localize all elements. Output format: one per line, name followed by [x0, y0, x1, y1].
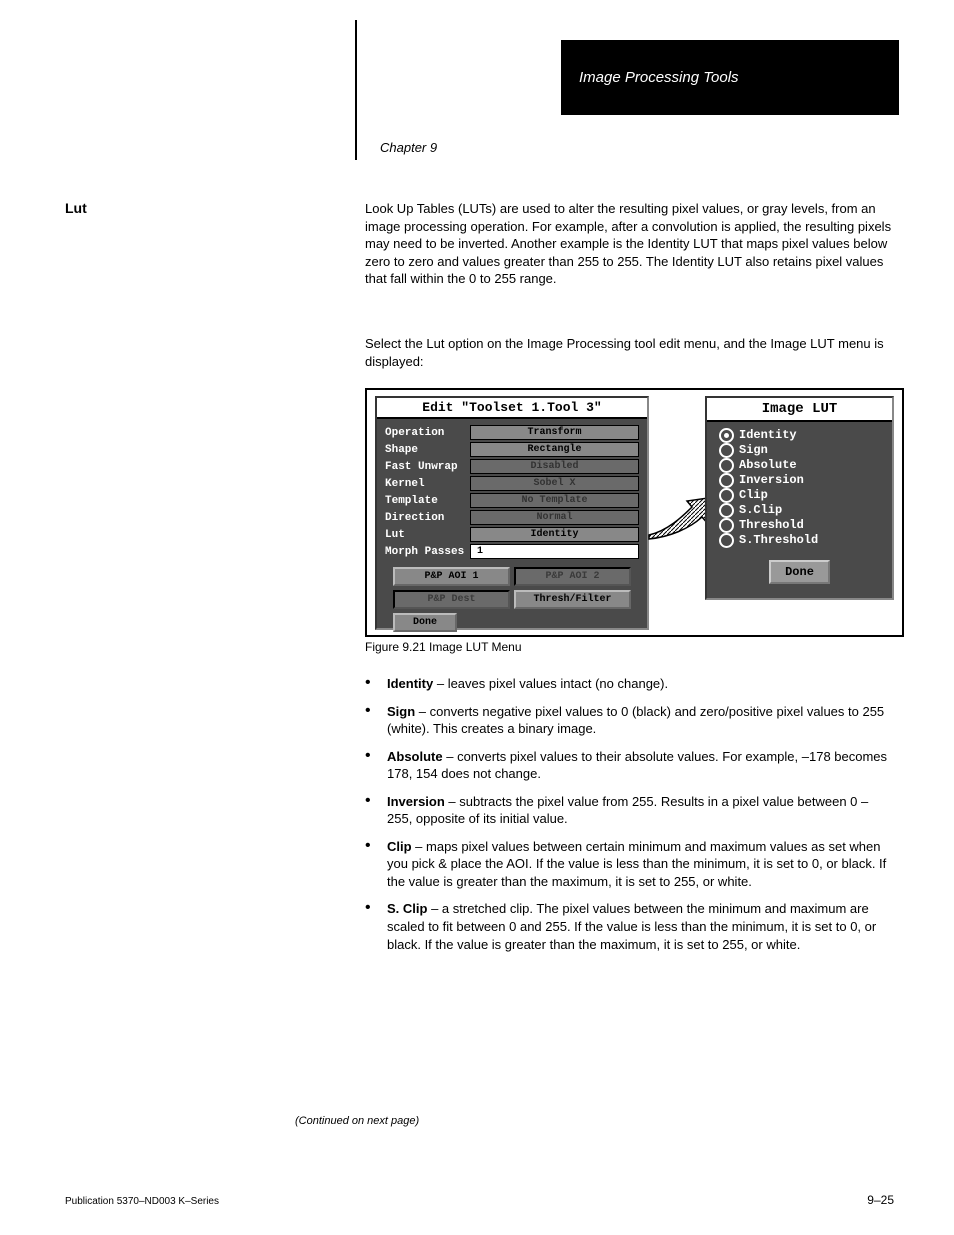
- field-label: Kernel: [385, 478, 470, 490]
- panel-button: P&P AOI 2: [514, 567, 631, 586]
- panel-button[interactable]: Thresh/Filter: [514, 590, 631, 609]
- lut-option-label: Inversion: [739, 473, 804, 488]
- done-button[interactable]: Done: [393, 613, 457, 632]
- radio-icon: [719, 443, 734, 458]
- lut-done-button[interactable]: Done: [769, 560, 830, 584]
- field-row: DirectionNormal: [385, 510, 639, 525]
- list-item: •S. Clip – a stretched clip. The pixel v…: [365, 900, 894, 953]
- lut-bullet-list: •Identity – leaves pixel values intact (…: [365, 675, 894, 963]
- list-item-text: Sign – converts negative pixel values to…: [387, 703, 894, 738]
- bullet-icon: •: [365, 703, 387, 738]
- field-value: Disabled: [470, 459, 639, 474]
- edit-panel-title: Edit "Toolset 1.Tool 3": [377, 398, 647, 419]
- field-row: OperationTransform: [385, 425, 639, 440]
- continued-note: (Continued on next page): [295, 1115, 419, 1127]
- lut-option[interactable]: Threshold: [719, 518, 882, 533]
- list-item-text: Inversion – subtracts the pixel value fr…: [387, 793, 894, 828]
- field-label: Shape: [385, 444, 470, 456]
- field-label: Direction: [385, 512, 470, 524]
- field-label: Template: [385, 495, 470, 507]
- button-row-2: P&P DestThresh/Filter: [377, 588, 647, 611]
- field-row: ShapeRectangle: [385, 442, 639, 457]
- panel-button[interactable]: P&P AOI 1: [393, 567, 510, 586]
- field-row: Fast UnwrapDisabled: [385, 459, 639, 474]
- field-value[interactable]: Identity: [470, 527, 639, 542]
- lut-option[interactable]: Absolute: [719, 458, 882, 473]
- edit-tool-panel: Edit "Toolset 1.Tool 3" OperationTransfo…: [375, 396, 649, 630]
- lut-option[interactable]: Identity: [719, 428, 882, 443]
- lut-option-label: Absolute: [739, 458, 797, 473]
- body-select-lut: Select the Lut option on the Image Proce…: [365, 335, 894, 370]
- list-item-text: S. Clip – a stretched clip. The pixel va…: [387, 900, 894, 953]
- radio-icon: [719, 458, 734, 473]
- lut-option-label: Sign: [739, 443, 768, 458]
- banner-text: Image Processing Tools: [579, 69, 739, 86]
- field-label: Morph Passes: [385, 546, 470, 558]
- chapter-banner: Image Processing Tools: [561, 40, 899, 115]
- bullet-icon: •: [365, 675, 387, 693]
- button-row-1: P&P AOI 1P&P AOI 2: [377, 565, 647, 588]
- lut-option-label: S.Clip: [739, 503, 782, 518]
- edit-panel-fields: OperationTransformShapeRectangleFast Unw…: [377, 419, 647, 565]
- lut-option-label: Identity: [739, 428, 797, 443]
- field-value: Normal: [470, 510, 639, 525]
- field-value: No Template: [470, 493, 639, 508]
- chapter-label: Chapter 9: [380, 140, 437, 155]
- page-number: 9–25: [867, 1193, 894, 1207]
- field-label: Fast Unwrap: [385, 461, 470, 473]
- button-row-done: Done: [377, 611, 647, 634]
- heading-lut: Lut: [65, 200, 87, 216]
- list-item: •Identity – leaves pixel values intact (…: [365, 675, 894, 693]
- radio-icon: [719, 473, 734, 488]
- image-lut-panel: Image LUT IdentitySignAbsoluteInversionC…: [705, 396, 894, 600]
- field-value[interactable]: Transform: [470, 425, 639, 440]
- list-item: •Absolute – converts pixel values to the…: [365, 748, 894, 783]
- radio-icon: [719, 518, 734, 533]
- radio-icon: [719, 503, 734, 518]
- field-row: KernelSobel X: [385, 476, 639, 491]
- field-label: Lut: [385, 529, 470, 541]
- field-label: Operation: [385, 427, 470, 439]
- field-value[interactable]: Rectangle: [470, 442, 639, 457]
- lut-option[interactable]: S.Threshold: [719, 533, 882, 548]
- lut-option[interactable]: S.Clip: [719, 503, 882, 518]
- lut-option[interactable]: Clip: [719, 488, 882, 503]
- radio-icon: [719, 533, 734, 548]
- list-item: •Inversion – subtracts the pixel value f…: [365, 793, 894, 828]
- field-value[interactable]: 1: [470, 544, 639, 559]
- field-row: LutIdentity: [385, 527, 639, 542]
- figure-caption: Figure 9.21 Image LUT Menu: [365, 640, 522, 654]
- list-item-text: Identity – leaves pixel values intact (n…: [387, 675, 894, 693]
- list-item-text: Clip – maps pixel values between certain…: [387, 838, 894, 891]
- lut-panel-title: Image LUT: [707, 398, 892, 422]
- figure-image-lut: Edit "Toolset 1.Tool 3" OperationTransfo…: [365, 388, 904, 637]
- list-item: •Sign – converts negative pixel values t…: [365, 703, 894, 738]
- panel-button: P&P Dest: [393, 590, 510, 609]
- body-lut: Look Up Tables (LUTs) are used to alter …: [365, 200, 894, 288]
- bullet-icon: •: [365, 748, 387, 783]
- radio-icon: [719, 428, 734, 443]
- publication-info: Publication 5370–ND003 K–Series: [65, 1196, 219, 1207]
- list-item-text: Absolute – converts pixel values to thei…: [387, 748, 894, 783]
- lut-option[interactable]: Sign: [719, 443, 882, 458]
- lut-done-row: Done: [707, 560, 892, 584]
- list-item: •Clip – maps pixel values between certai…: [365, 838, 894, 891]
- lut-option-label: Threshold: [739, 518, 804, 533]
- lut-option-label: S.Threshold: [739, 533, 818, 548]
- lut-option[interactable]: Inversion: [719, 473, 882, 488]
- bullet-icon: •: [365, 900, 387, 953]
- field-row: Morph Passes1: [385, 544, 639, 559]
- lut-options-list: IdentitySignAbsoluteInversionClipS.ClipT…: [707, 422, 892, 552]
- field-value: Sobel X: [470, 476, 639, 491]
- header-divider: [355, 20, 357, 160]
- bullet-icon: •: [365, 838, 387, 891]
- lut-option-label: Clip: [739, 488, 768, 503]
- field-row: TemplateNo Template: [385, 493, 639, 508]
- bullet-icon: •: [365, 793, 387, 828]
- radio-icon: [719, 488, 734, 503]
